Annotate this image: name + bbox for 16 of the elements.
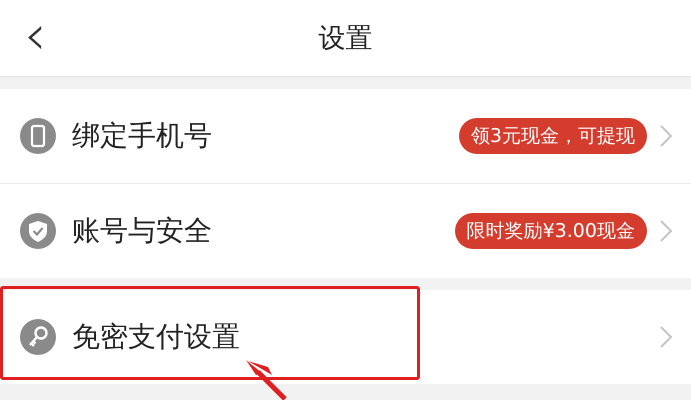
chevron-icon <box>659 325 673 349</box>
row-label: 免密支付设置 <box>72 319 241 355</box>
phone-icon <box>20 118 56 154</box>
chevron-icon <box>659 124 673 148</box>
settings-row[interactable]: 账号与安全 限时奖励¥3.00现金 <box>0 183 691 278</box>
chevron-icon <box>659 219 673 243</box>
back-button[interactable]: ‹ <box>24 8 46 64</box>
settings-row[interactable]: 绑定手机号 领3元现金，可提现 <box>0 89 691 183</box>
row-label: 账号与安全 <box>72 213 213 249</box>
row-label: 绑定手机号 <box>72 118 213 154</box>
page-title: 设置 <box>318 22 372 56</box>
reward-badge: 领3元现金，可提现 <box>458 118 647 154</box>
key-icon <box>20 319 56 355</box>
reward-badge: 限时奖励¥3.00现金 <box>454 213 647 249</box>
shield-icon <box>20 213 56 249</box>
settings-row[interactable]: 免密支付设置 <box>0 290 691 384</box>
